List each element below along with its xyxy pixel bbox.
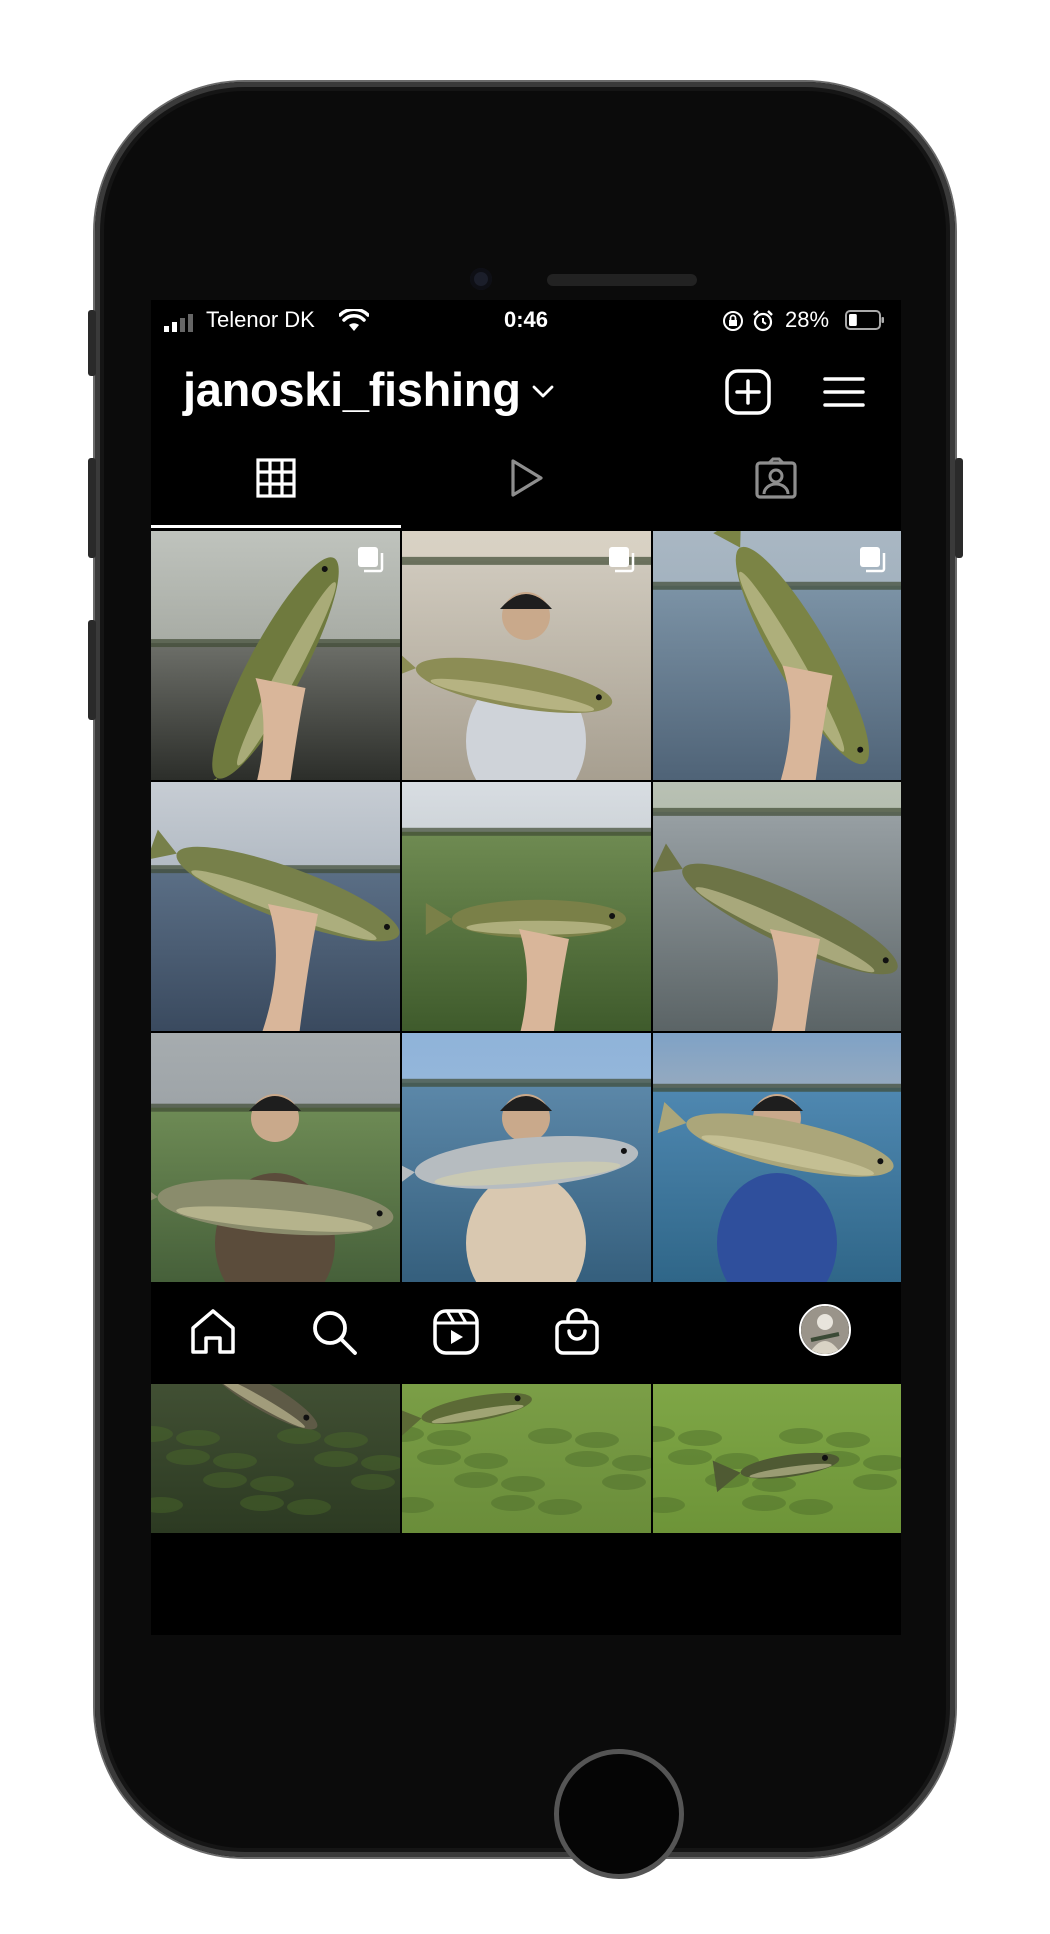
- carousel-icon: [609, 547, 635, 573]
- post-thumbnail[interactable]: [151, 782, 400, 1031]
- post-image: [151, 782, 400, 1031]
- post-image: [653, 1033, 901, 1282]
- search-icon[interactable]: [308, 1306, 360, 1358]
- front-camera: [470, 268, 492, 290]
- carousel-icon: [358, 547, 384, 573]
- profile-avatar[interactable]: [799, 1304, 851, 1356]
- battery-percent: 28%: [785, 307, 830, 332]
- grid-icon: [256, 458, 296, 498]
- post-image: [402, 1033, 651, 1282]
- post-image: [151, 1033, 400, 1282]
- tab-grid[interactable]: [151, 432, 401, 528]
- earpiece-speaker: [547, 274, 697, 286]
- shop-bag-icon[interactable]: [551, 1306, 603, 1358]
- posts-grid: [151, 531, 901, 1533]
- home-button[interactable]: [554, 1749, 684, 1879]
- reels-icon[interactable]: [430, 1306, 482, 1358]
- post-thumbnail[interactable]: [653, 1033, 901, 1282]
- post-image: [402, 782, 651, 1031]
- profile-header: janoski_fishing: [151, 360, 901, 432]
- chevron-down-icon[interactable]: [531, 384, 555, 400]
- post-thumbnail[interactable]: [402, 1033, 651, 1282]
- battery-icon: [845, 310, 884, 330]
- volume-down-button[interactable]: [88, 620, 96, 720]
- bottom-navigation: [151, 1282, 901, 1384]
- play-icon: [511, 459, 543, 497]
- post-thumbnail[interactable]: [402, 531, 651, 780]
- profile-tabs: [151, 432, 901, 528]
- home-icon[interactable]: [187, 1306, 239, 1358]
- post-thumbnail[interactable]: [151, 531, 400, 780]
- post-thumbnail[interactable]: [151, 1033, 400, 1282]
- new-post-icon[interactable]: [724, 368, 772, 416]
- hamburger-menu-icon[interactable]: [823, 374, 865, 410]
- username-switcher[interactable]: janoski_fishing: [183, 362, 521, 417]
- post-image: [653, 782, 901, 1031]
- mute-switch[interactable]: [88, 310, 96, 376]
- status-bar: Telenor DK 0:46 28%: [151, 300, 901, 342]
- tab-tagged[interactable]: [651, 432, 901, 528]
- volume-up-button[interactable]: [88, 458, 96, 558]
- screen: Telenor DK 0:46 28% janoski_fishing: [151, 300, 901, 1635]
- alarm-icon: [753, 310, 773, 332]
- orientation-lock-icon: [723, 311, 743, 331]
- tab-reels[interactable]: [401, 432, 651, 528]
- post-thumbnail[interactable]: [653, 531, 901, 780]
- post-thumbnail[interactable]: [653, 782, 901, 1031]
- tagged-person-icon: [755, 457, 797, 499]
- post-thumbnail[interactable]: [402, 782, 651, 1031]
- power-button[interactable]: [955, 458, 963, 558]
- carousel-icon: [860, 547, 886, 573]
